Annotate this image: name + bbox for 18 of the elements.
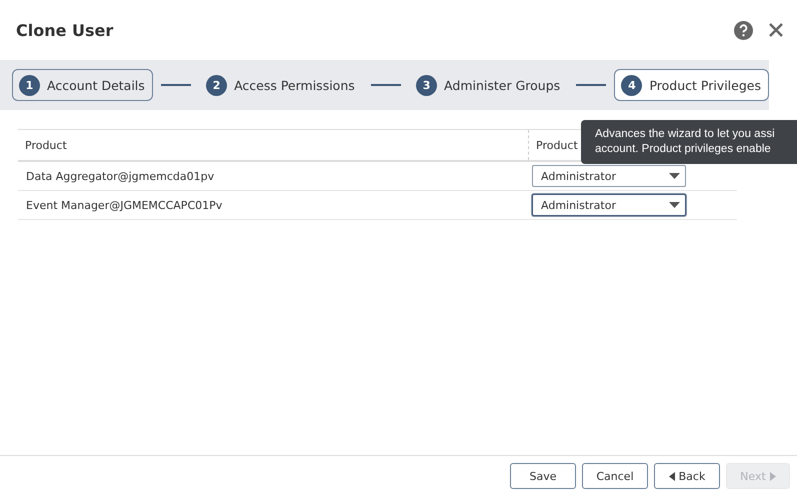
privilege-dropdown[interactable]: Administrator [532, 194, 686, 216]
caret-down-icon [669, 202, 680, 208]
wizard-step[interactable]: 2 Access Permissions [199, 69, 363, 101]
caret-right-icon [770, 472, 776, 480]
table-cell-text: Event Manager@JGMEMCCAPC01Pv [25, 198, 224, 214]
footer-button[interactable]: Back [654, 463, 720, 489]
wizard-step[interactable]: 1 Account Details [12, 69, 153, 101]
caret-left-icon [668, 472, 675, 480]
privilege-dropdown[interactable]: Administrator [532, 165, 686, 187]
dialog-title: Clone User [16, 20, 114, 40]
wizard-step[interactable]: 4 Product Privileges [614, 69, 769, 101]
caret-down-icon [669, 173, 680, 179]
footer-button[interactable]: Cancel [582, 463, 648, 489]
column-header: Product [24, 138, 68, 154]
wizard-step[interactable]: 3 Administer Groups [409, 69, 568, 101]
tooltip: Advances the wizard to let you assi account. Product privileges enable [581, 120, 797, 164]
table-cell-text: Data Aggregator@jgmemcda01pv [25, 168, 216, 184]
footer-button[interactable]: Save [510, 463, 576, 489]
